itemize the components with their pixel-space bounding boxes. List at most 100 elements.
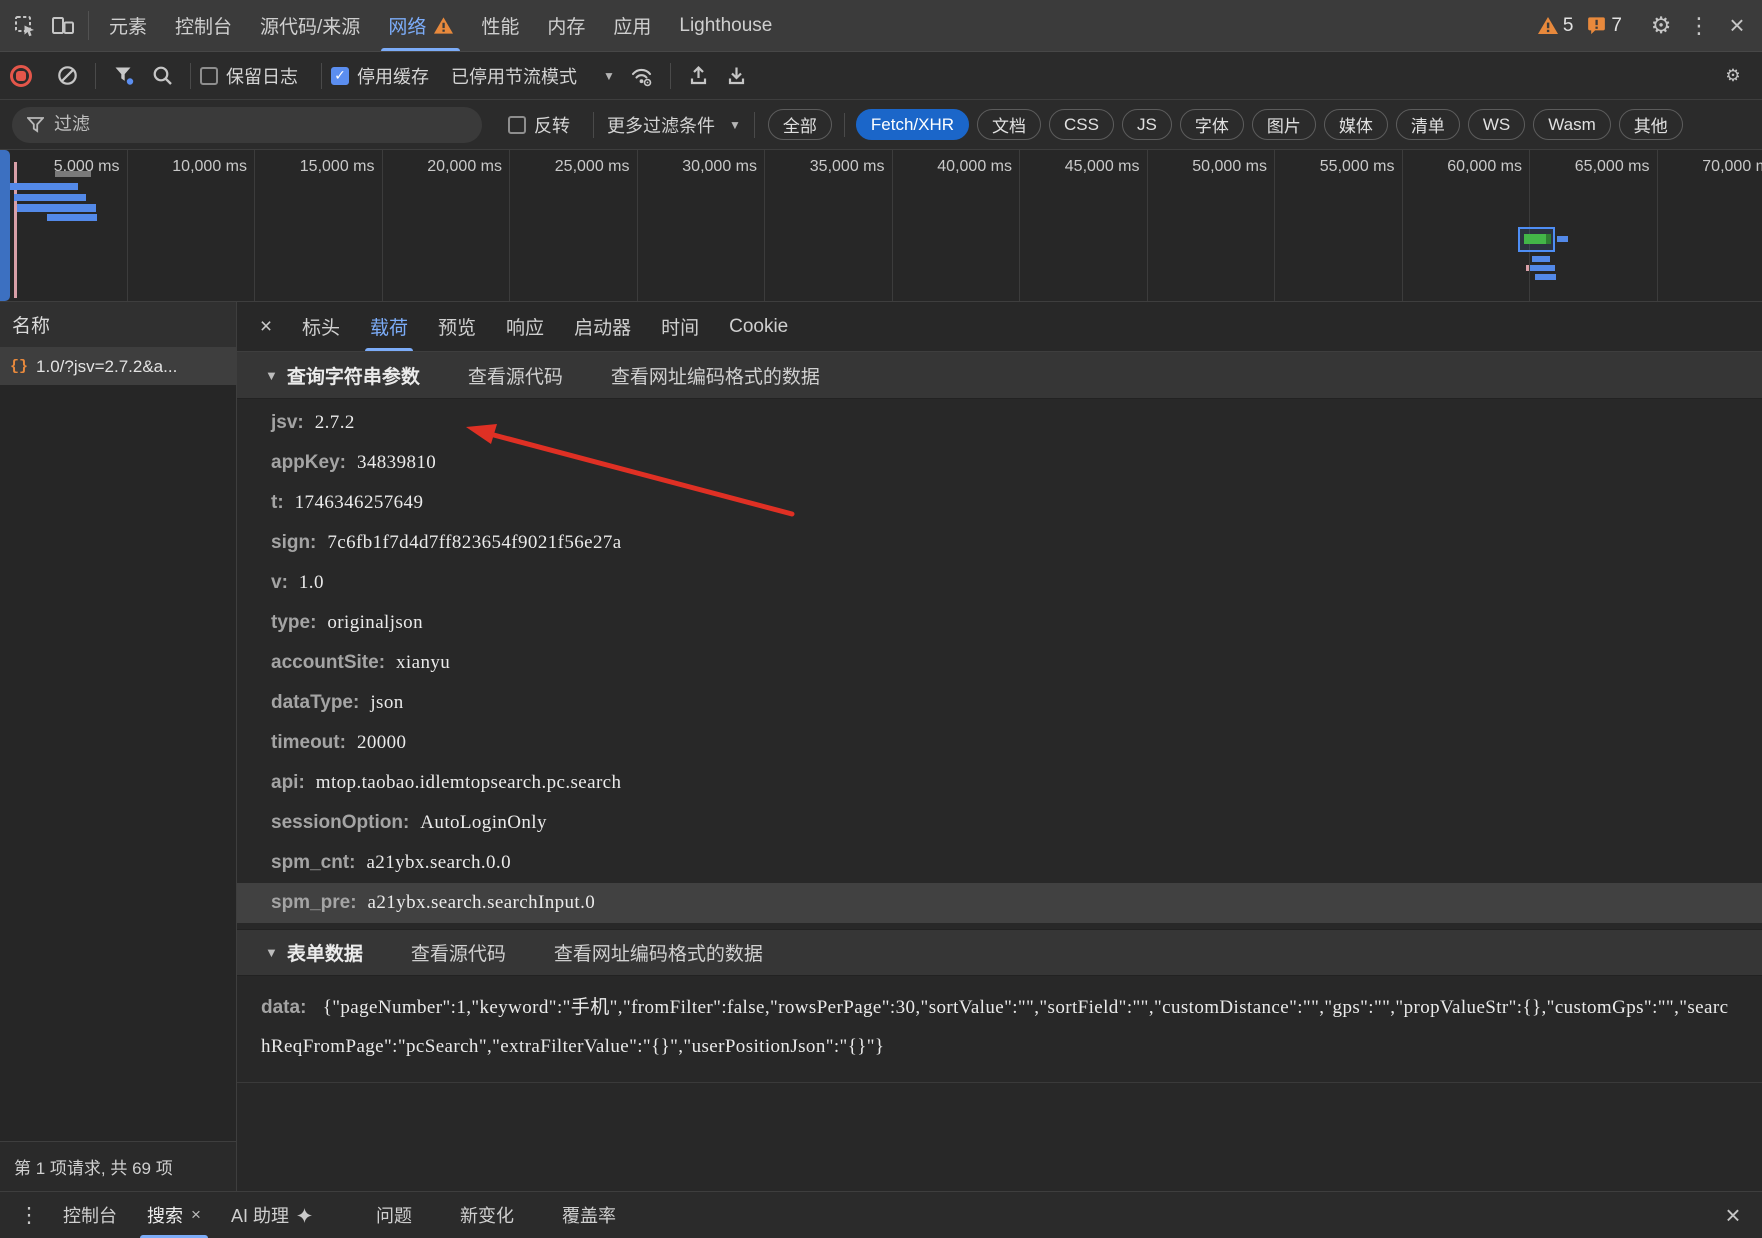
param-row[interactable]: timeout: 20000	[237, 723, 1762, 763]
console-warnings-badge[interactable]: 5	[1538, 15, 1574, 37]
devtools-panel-tab[interactable]: Lighthouse	[665, 0, 786, 51]
view-url-encoded-link[interactable]: 查看网址编码格式的数据	[554, 939, 763, 966]
devtools-panel-tab[interactable]: 元素	[95, 0, 161, 51]
view-source-link[interactable]: 查看源代码	[411, 939, 506, 966]
resource-type-chip[interactable]: Wasm	[1533, 109, 1611, 140]
inspect-element-icon[interactable]	[6, 0, 44, 51]
devtools-panel-tab[interactable]: 源代码/来源	[246, 0, 374, 51]
drawer-tab-console[interactable]: 控制台	[48, 1192, 132, 1238]
request-name: 1.0/?jsv=2.7.2&a...	[36, 357, 177, 377]
drawer-tab-issues[interactable]: 问题	[361, 1192, 427, 1238]
close-detail-pane-icon[interactable]: ×	[245, 302, 287, 351]
network-settings-gear-icon[interactable]: ⚙	[1714, 66, 1752, 86]
issue-icon	[1587, 16, 1606, 35]
resource-type-chip[interactable]: 其他	[1619, 109, 1683, 140]
filter-toggle-icon[interactable]	[105, 66, 143, 86]
query-string-params-list: jsv: 2.7.2 appKey: 34839810 t: 174634625…	[237, 399, 1762, 929]
device-toolbar-icon[interactable]	[44, 0, 82, 51]
request-detail-tab[interactable]: 预览	[423, 302, 491, 351]
clear-network-log-icon[interactable]	[48, 65, 86, 86]
close-drawer-icon[interactable]: ×	[1714, 1192, 1752, 1238]
request-list-name-column-header[interactable]: 名称	[0, 302, 236, 348]
record-network-log-button[interactable]	[10, 65, 32, 87]
drawer-tab-changes[interactable]: 新变化	[445, 1192, 529, 1238]
resource-type-chip[interactable]: 字体	[1180, 109, 1244, 140]
preserve-log-checkbox[interactable]	[200, 67, 218, 85]
divider	[754, 112, 755, 138]
timeline-tick-label: 70,000 ms	[1702, 158, 1762, 175]
export-har-icon[interactable]	[718, 65, 756, 86]
param-key: api:	[271, 772, 305, 794]
divider	[670, 63, 671, 89]
network-toolbar: 保留日志 ✓ 停用缓存 已停用节流模式 ▼	[0, 52, 1762, 100]
issues-badge[interactable]: 7	[1587, 15, 1622, 37]
resource-type-chip[interactable]: WS	[1468, 109, 1525, 140]
param-key: v:	[271, 572, 288, 594]
resource-type-chip[interactable]: 全部	[768, 109, 832, 140]
resource-type-chip[interactable]: 清单	[1396, 109, 1460, 140]
collapse-triangle-icon: ▼	[265, 945, 278, 960]
request-detail-tab[interactable]: 启动器	[559, 302, 646, 351]
close-search-tab-icon[interactable]: ×	[191, 1205, 201, 1225]
invert-filter-checkbox[interactable]	[508, 116, 526, 134]
view-source-link[interactable]: 查看源代码	[468, 362, 563, 389]
waterfall-bar	[1524, 234, 1546, 244]
divider	[593, 112, 594, 138]
resource-type-chip[interactable]: 媒体	[1324, 109, 1388, 140]
request-detail-tab[interactable]: Cookie	[714, 302, 803, 351]
form-data-section-title[interactable]: ▼ 表单数据	[265, 939, 363, 966]
form-data-row[interactable]: data: {"pageNumber":1,"keyword":"手机","fr…	[237, 976, 1762, 1083]
close-devtools-icon[interactable]: ×	[1718, 10, 1756, 41]
more-tools-kebab-icon[interactable]: ⋮	[10, 1192, 48, 1238]
param-row[interactable]: accountSite: xianyu	[237, 643, 1762, 683]
search-network-icon[interactable]	[143, 65, 181, 86]
devtools-panel-tab[interactable]: 内存	[533, 0, 599, 51]
param-row[interactable]: t: 1746346257649	[237, 483, 1762, 523]
network-overview-timeline[interactable]: 5,000 ms 10,000 ms 15,000 ms 20,000 ms 2…	[0, 150, 1762, 302]
param-row[interactable]: v: 1.0	[237, 563, 1762, 603]
resource-type-chip[interactable]: CSS	[1049, 109, 1114, 140]
disable-cache-checkbox[interactable]: ✓	[331, 67, 349, 85]
resource-type-chip[interactable]: Fetch/XHR	[856, 109, 969, 140]
devtools-panel-tab[interactable]: 性能	[467, 0, 533, 51]
param-row[interactable]: jsv: 2.7.2	[237, 403, 1762, 443]
request-detail-tab[interactable]: 标头	[287, 302, 355, 351]
more-filters-dropdown[interactable]: 更多过滤条件 ▼	[607, 112, 741, 138]
waterfall-bar	[1557, 236, 1568, 242]
resource-type-chip[interactable]: 文档	[977, 109, 1041, 140]
resource-type-chip[interactable]: 图片	[1252, 109, 1316, 140]
filter-input[interactable]	[54, 114, 467, 135]
view-url-encoded-link[interactable]: 查看网址编码格式的数据	[611, 362, 820, 389]
request-detail-tab[interactable]: 响应	[491, 302, 559, 351]
param-row[interactable]: sign: 7c6fb1f7d4d7ff823654f9021f56e27a	[237, 523, 1762, 563]
drawer-tab-search[interactable]: 搜索 ×	[132, 1192, 216, 1238]
param-row[interactable]: dataType: json	[237, 683, 1762, 723]
network-conditions-icon[interactable]	[623, 65, 661, 87]
devtools-panel-tab[interactable]: 网络	[374, 0, 467, 51]
param-row[interactable]: spm_pre: a21ybx.search.searchInput.0	[237, 883, 1762, 923]
form-data-section-header: ▼ 表单数据 查看源代码 查看网址编码格式的数据	[237, 929, 1762, 976]
devtools-panel-tab[interactable]: 控制台	[161, 0, 246, 51]
param-row[interactable]: spm_cnt: a21ybx.search.0.0	[237, 843, 1762, 883]
tab-label: Lighthouse	[679, 15, 772, 37]
request-detail-tab[interactable]: 时间	[646, 302, 714, 351]
query-string-section-title[interactable]: ▼ 查询字符串参数	[265, 362, 420, 389]
param-row[interactable]: sessionOption: AutoLoginOnly	[237, 803, 1762, 843]
throttling-select[interactable]: 已停用节流模式 ▼	[451, 63, 615, 89]
more-options-kebab-icon[interactable]: ⋮	[1680, 13, 1718, 39]
overview-range-handle[interactable]	[0, 150, 10, 301]
drawer-tab-ai-assistant[interactable]: AI 助理	[216, 1192, 327, 1238]
param-row[interactable]: type: originaljson	[237, 603, 1762, 643]
devtools-main-toolbar: 元素 控制台	[0, 0, 1762, 52]
settings-gear-icon[interactable]: ⚙	[1642, 12, 1680, 39]
param-row[interactable]: appKey: 34839810	[237, 443, 1762, 483]
drawer-tab-coverage[interactable]: 覆盖率	[547, 1192, 631, 1238]
param-value: 34839810	[357, 452, 436, 474]
resource-type-chip[interactable]: JS	[1122, 109, 1172, 140]
request-row-selected[interactable]: {} 1.0/?jsv=2.7.2&a...	[0, 348, 236, 385]
devtools-panel-tab[interactable]: 应用	[599, 0, 665, 51]
timeline-tick: 50,000 ms	[1148, 150, 1276, 301]
import-har-icon[interactable]	[680, 65, 718, 86]
param-row[interactable]: api: mtop.taobao.idlemtopsearch.pc.searc…	[237, 763, 1762, 803]
request-detail-tab[interactable]: 载荷	[355, 302, 423, 351]
